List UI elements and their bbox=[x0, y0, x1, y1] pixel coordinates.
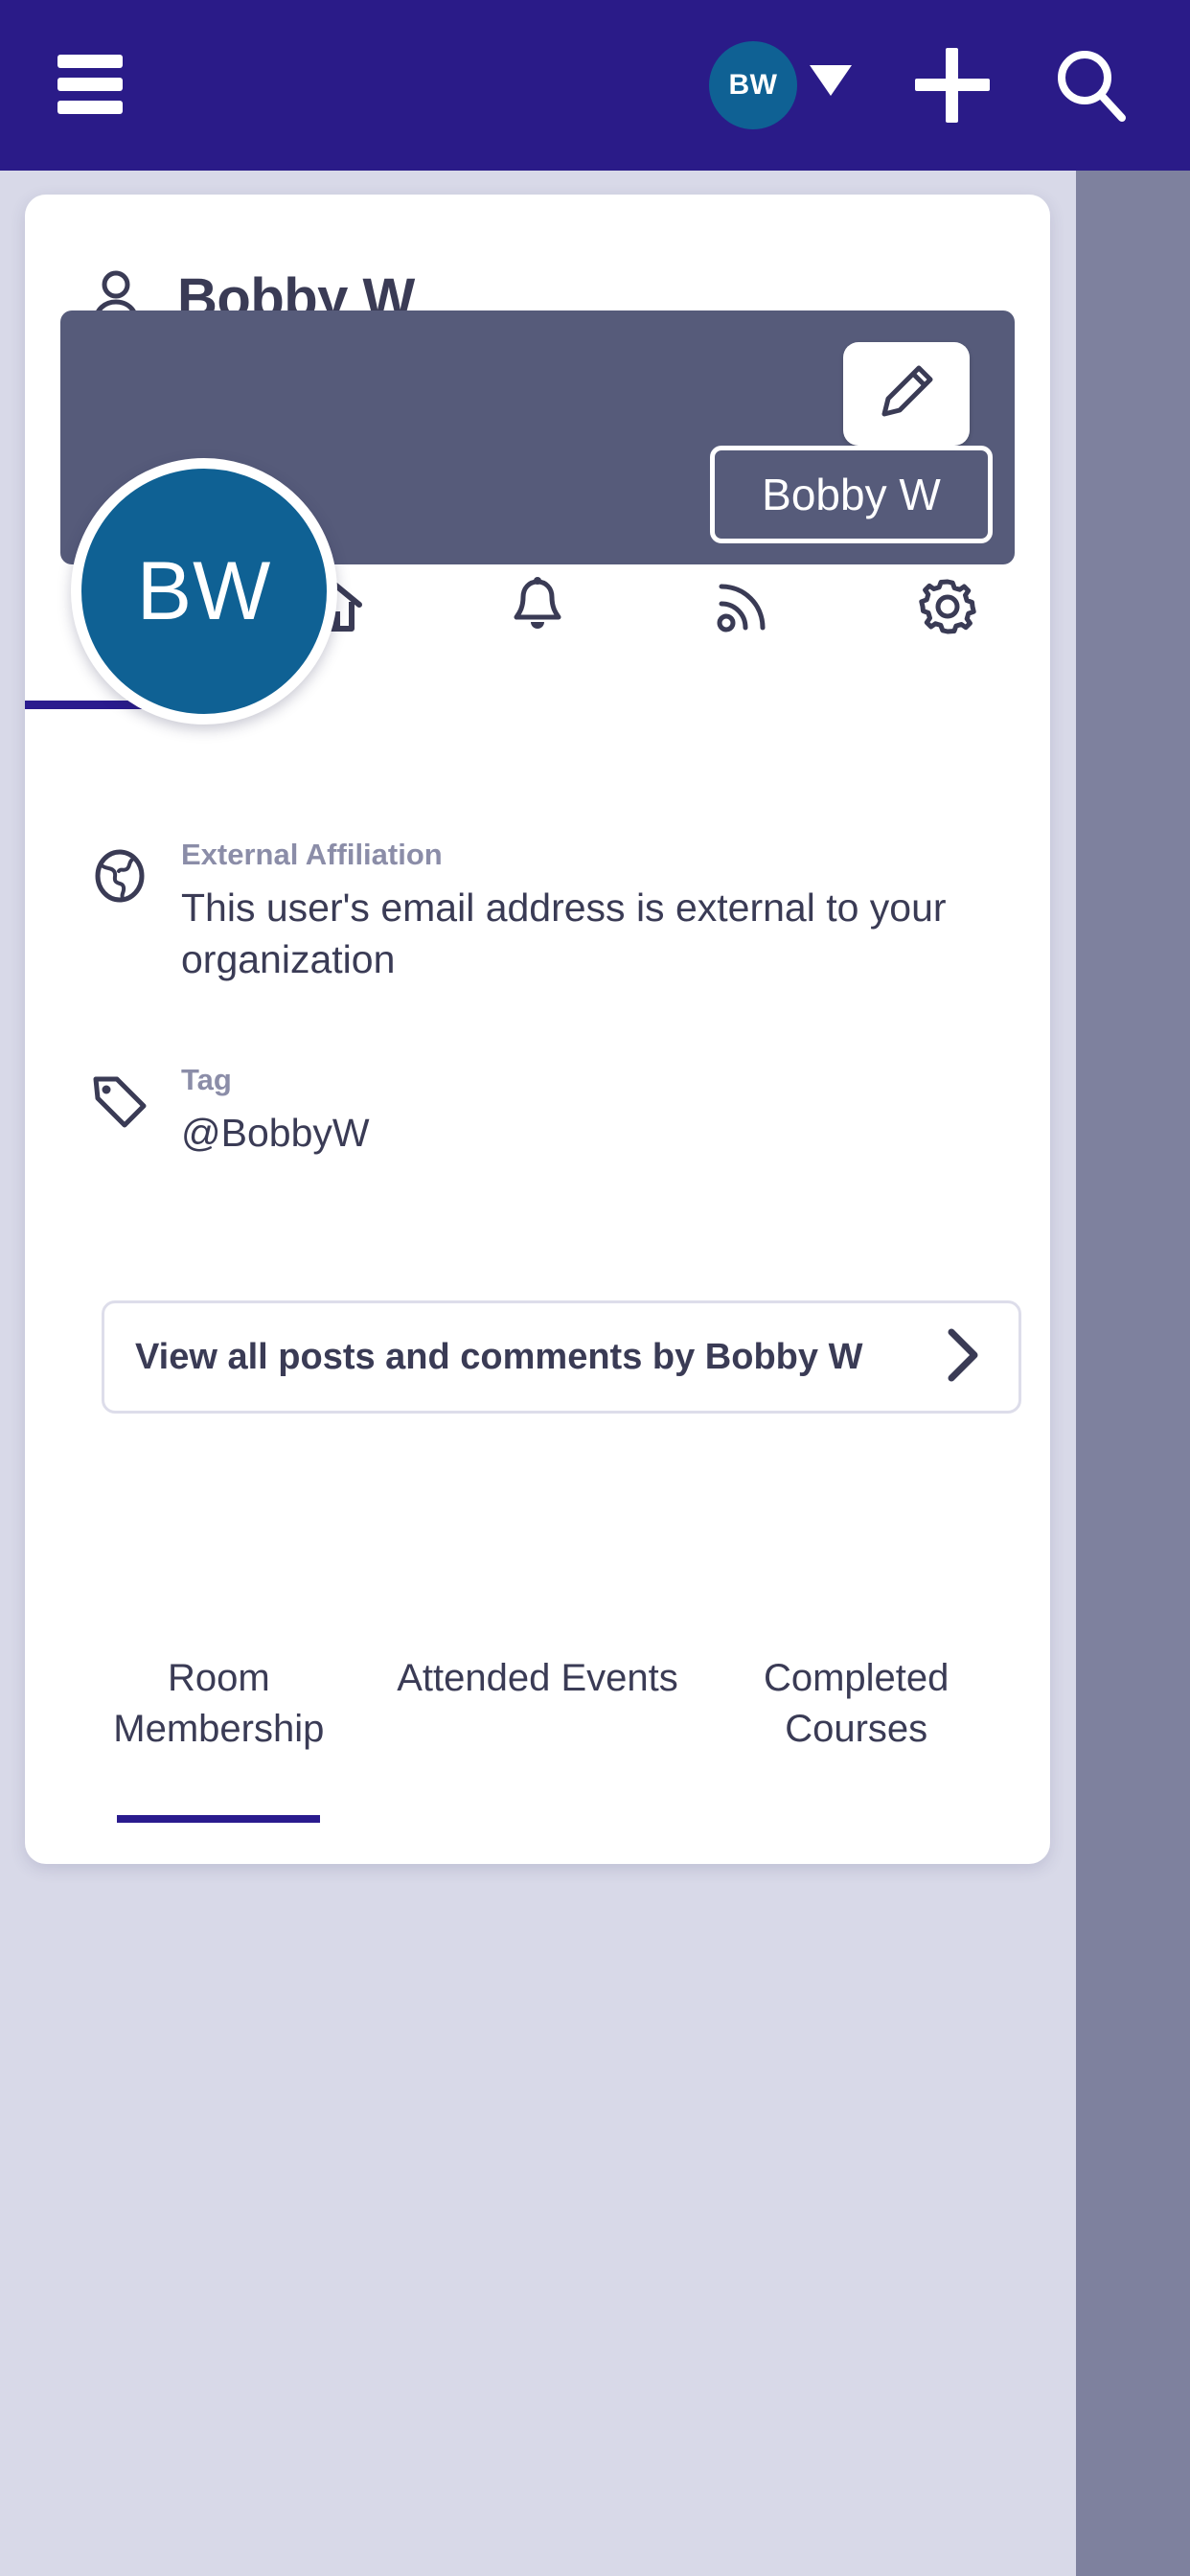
side-panel-strip bbox=[1076, 171, 1190, 2576]
hamburger-bar bbox=[57, 55, 123, 68]
banner-name-text: Bobby W bbox=[762, 470, 941, 519]
tab-attended-events[interactable]: Attended Events bbox=[378, 1653, 698, 1802]
bell-icon bbox=[503, 572, 572, 646]
chevron-down-icon[interactable] bbox=[810, 65, 852, 96]
globe-icon bbox=[85, 837, 154, 906]
tab-completed-courses-label: Completed Courses bbox=[763, 1657, 950, 1750]
tag-icon bbox=[85, 1062, 154, 1131]
tab-attended-events-label: Attended Events bbox=[397, 1657, 678, 1699]
app-header-bar: BW bbox=[0, 0, 1190, 171]
external-affiliation-row: External Affiliation This user's email a… bbox=[85, 837, 976, 986]
hamburger-menu-icon[interactable] bbox=[57, 55, 123, 114]
search-icon[interactable] bbox=[1052, 46, 1131, 125]
chevron-right-icon bbox=[946, 1327, 980, 1388]
active-tab-indicator bbox=[117, 1815, 321, 1823]
content-tab-bar: Room Membership Attended Events Complete… bbox=[59, 1653, 1016, 1823]
tab-settings[interactable] bbox=[845, 551, 1050, 709]
hamburger-bar bbox=[57, 101, 123, 114]
rss-feed-icon bbox=[708, 572, 777, 646]
tag-row: Tag @BobbyW bbox=[85, 1062, 976, 1159]
tab-feed[interactable] bbox=[640, 551, 845, 709]
edit-banner-button[interactable] bbox=[843, 342, 970, 446]
tab-notifications[interactable] bbox=[435, 551, 640, 709]
external-affiliation-value: This user's email address is external to… bbox=[181, 885, 947, 982]
header-avatar-initials: BW bbox=[728, 69, 778, 101]
plus-icon[interactable] bbox=[915, 48, 990, 123]
tag-value: @BobbyW bbox=[181, 1110, 370, 1155]
hamburger-bar bbox=[57, 78, 123, 91]
external-affiliation-label: External Affiliation bbox=[181, 838, 443, 871]
tab-room-membership[interactable]: Room Membership bbox=[59, 1653, 378, 1823]
banner-name-badge[interactable]: Bobby W bbox=[710, 446, 993, 543]
profile-card: Bobby W Bobby W BW External Affiliation … bbox=[25, 195, 1050, 1864]
tab-room-membership-label: Room Membership bbox=[113, 1657, 325, 1750]
header-avatar[interactable]: BW bbox=[709, 41, 797, 129]
pencil-icon bbox=[875, 360, 938, 428]
avatar[interactable]: BW bbox=[71, 458, 337, 724]
view-all-posts-button[interactable]: View all posts and comments by Bobby W bbox=[102, 1300, 1021, 1414]
avatar-initials: BW bbox=[136, 544, 272, 637]
tag-label: Tag bbox=[181, 1063, 232, 1096]
gear-icon bbox=[913, 572, 982, 646]
tab-completed-courses[interactable]: Completed Courses bbox=[697, 1653, 1016, 1802]
view-all-posts-label: View all posts and comments by Bobby W bbox=[135, 1336, 863, 1377]
